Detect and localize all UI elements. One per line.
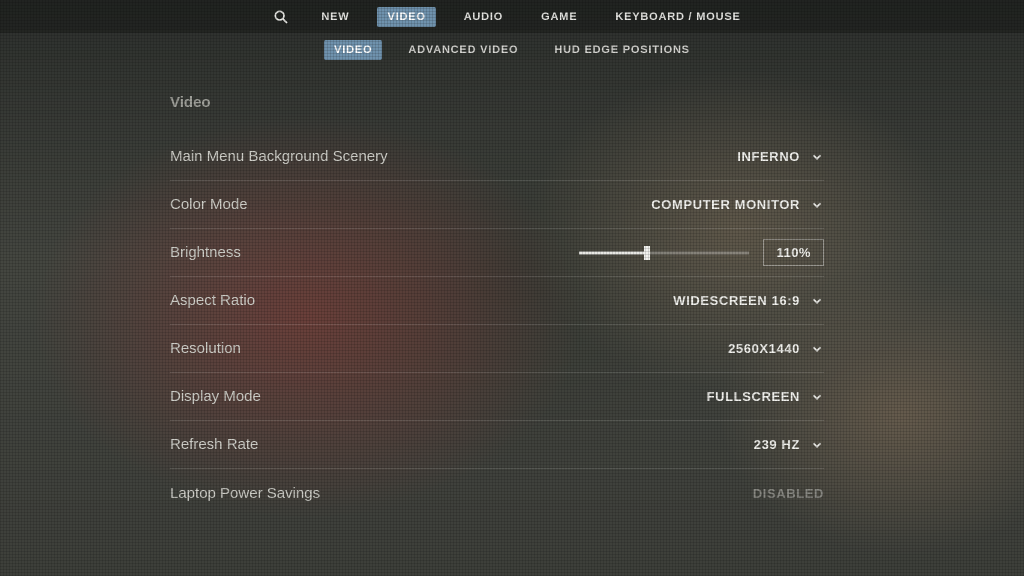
- chevron-down-icon: [810, 294, 824, 308]
- setting-value: 239 HZ: [754, 437, 800, 452]
- setting-label: Brightness: [170, 244, 241, 261]
- search-icon[interactable]: [273, 9, 289, 25]
- top-nav: NEW VIDEO AUDIO GAME KEYBOARD / MOUSE: [0, 0, 1024, 34]
- setting-row-color-mode[interactable]: Color Mode COMPUTER MONITOR: [170, 181, 824, 229]
- section-title: Video: [170, 94, 824, 111]
- slider-thumb[interactable]: [644, 246, 650, 260]
- setting-row-brightness: Brightness 110%: [170, 229, 824, 277]
- chevron-down-icon: [810, 342, 824, 356]
- setting-row-laptop-power-savings: Laptop Power Savings DISABLED: [170, 469, 824, 517]
- setting-label: Color Mode: [170, 196, 248, 213]
- brightness-value-box[interactable]: 110%: [763, 239, 824, 266]
- setting-label: Display Mode: [170, 388, 261, 405]
- setting-row-display-mode[interactable]: Display Mode FULLSCREEN: [170, 373, 824, 421]
- chevron-down-icon: [810, 150, 824, 164]
- topnav-item-new[interactable]: NEW: [311, 7, 359, 27]
- topnav-item-game[interactable]: GAME: [531, 7, 587, 27]
- setting-label: Aspect Ratio: [170, 292, 255, 309]
- sub-nav: VIDEO ADVANCED VIDEO HUD EDGE POSITIONS: [0, 40, 1024, 60]
- chevron-down-icon: [810, 198, 824, 212]
- topnav-item-keyboard[interactable]: KEYBOARD / MOUSE: [605, 7, 750, 27]
- setting-label: Laptop Power Savings: [170, 485, 320, 502]
- setting-value: WIDESCREEN 16:9: [673, 293, 800, 308]
- setting-label: Main Menu Background Scenery: [170, 148, 388, 165]
- setting-value: DISABLED: [753, 486, 824, 501]
- setting-value: FULLSCREEN: [707, 389, 800, 404]
- setting-value: COMPUTER MONITOR: [651, 197, 800, 212]
- setting-row-resolution[interactable]: Resolution 2560X1440: [170, 325, 824, 373]
- chevron-down-icon: [810, 390, 824, 404]
- chevron-down-icon: [810, 438, 824, 452]
- video-settings-panel: Video Main Menu Background Scenery INFER…: [170, 94, 824, 517]
- setting-row-aspect-ratio[interactable]: Aspect Ratio WIDESCREEN 16:9: [170, 277, 824, 325]
- setting-label: Resolution: [170, 340, 241, 357]
- brightness-slider[interactable]: [579, 245, 749, 261]
- setting-label: Refresh Rate: [170, 436, 258, 453]
- subnav-item-hud-edge[interactable]: HUD EDGE POSITIONS: [544, 40, 699, 60]
- setting-row-refresh-rate[interactable]: Refresh Rate 239 HZ: [170, 421, 824, 469]
- setting-value: 2560X1440: [728, 341, 800, 356]
- subnav-item-video[interactable]: VIDEO: [324, 40, 382, 60]
- topnav-item-video[interactable]: VIDEO: [377, 7, 435, 27]
- subnav-item-advanced-video[interactable]: ADVANCED VIDEO: [398, 40, 528, 60]
- setting-row-main-menu-background[interactable]: Main Menu Background Scenery INFERNO: [170, 133, 824, 181]
- topnav-item-audio[interactable]: AUDIO: [454, 7, 513, 27]
- setting-value: INFERNO: [737, 149, 800, 164]
- slider-fill: [579, 251, 647, 254]
